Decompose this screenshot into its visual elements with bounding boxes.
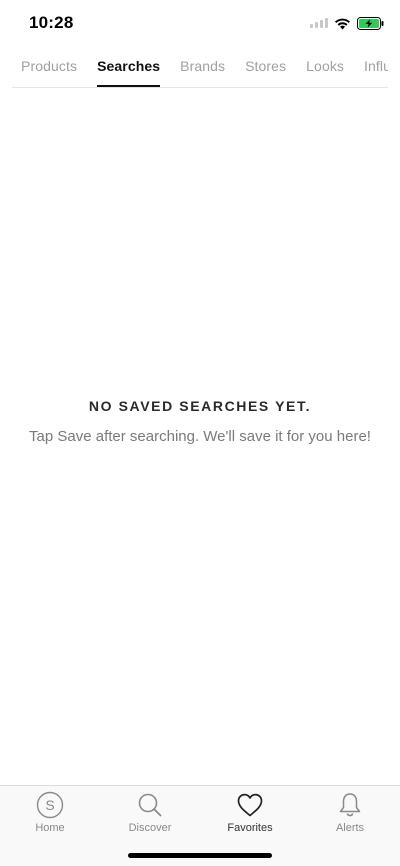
favorites-tab-bar: Products Searches Brands Stores Looks In… [12, 48, 388, 88]
tab-looks[interactable]: Looks [306, 58, 344, 86]
nav-home[interactable]: S Home [0, 790, 100, 834]
cellular-signal-icon [310, 18, 328, 28]
home-s-icon: S [36, 791, 64, 819]
tab-brands[interactable]: Brands [180, 58, 225, 86]
empty-state-subtitle: Tap Save after searching. We'll save it … [29, 428, 371, 445]
nav-alerts[interactable]: Alerts [300, 790, 400, 834]
nav-discover[interactable]: Discover [100, 790, 200, 834]
status-icons [310, 15, 384, 31]
nav-home-label: Home [35, 822, 65, 834]
heart-icon [237, 793, 263, 817]
tab-stores[interactable]: Stores [245, 58, 286, 86]
nav-discover-label: Discover [128, 822, 172, 834]
home-indicator[interactable] [128, 853, 272, 858]
wifi-icon [335, 18, 350, 29]
nav-favorites-label: Favorites [227, 822, 273, 834]
nav-alerts-label: Alerts [335, 822, 365, 834]
nav-favorites[interactable]: Favorites [200, 790, 300, 834]
status-time: 10:28 [29, 13, 74, 32]
tab-products[interactable]: Products [21, 58, 77, 86]
tab-influencers[interactable]: Influencers [364, 58, 388, 86]
tab-searches[interactable]: Searches [97, 58, 161, 87]
bottom-nav: S Home Discover Favorites Alerts [0, 785, 400, 866]
search-icon [138, 793, 162, 817]
battery-charging-icon [357, 16, 384, 30]
empty-state-title: NO SAVED SEARCHES YET. [88, 398, 312, 414]
bell-icon [339, 793, 361, 817]
svg-text:S: S [45, 797, 54, 813]
empty-state: NO SAVED SEARCHES YET. Tap Save after se… [0, 398, 400, 445]
status-bar: 10:28 [0, 0, 400, 48]
